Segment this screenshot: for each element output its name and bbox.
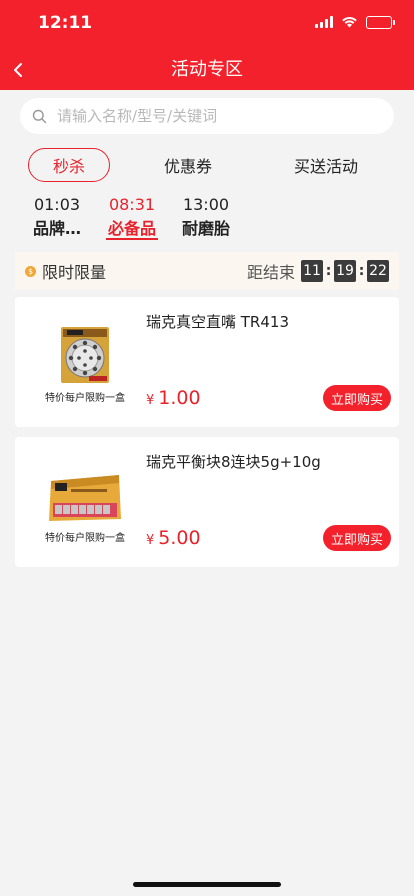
countdown-label: 距结束 [246,263,295,282]
currency-symbol: ¥ [146,533,155,548]
product-price: ¥ 5.00 [146,527,201,549]
active-slot-indicator [106,238,158,240]
time-slot-tires[interactable]: 13:00 耐磨胎 [171,195,241,243]
activity-tabs: 秒杀 优惠券 买送活动 [0,148,414,182]
product-price: ¥ 1.00 [146,387,201,409]
home-indicator [133,882,281,887]
tab-coupons[interactable]: 优惠券 [148,148,228,182]
slot-label: 耐磨胎 [181,219,230,238]
time-slot-essentials[interactable]: 08:31 必备品 [97,195,167,243]
slot-time: 13:00 [182,195,230,214]
countdown: 距结束 11 : 19 : 22 [247,252,389,290]
coin-icon: $ [25,265,36,277]
product-image-balance-weights [45,467,125,535]
slot-label: 品牌… [32,219,81,238]
product-card[interactable]: 特价每户限购一盒 瑞克真空直嘴 TR413 ¥ 1.00 立即购买 [15,297,399,427]
top-header: 12:11 活动专区 [0,0,414,90]
page-title: 活动专区 [171,59,243,80]
price-value: 5.00 [158,527,201,549]
buy-now-button[interactable]: 立即购买 [323,385,391,411]
product-caption: 特价每户限购一盒 [45,393,125,404]
product-image-valve-box [45,325,125,393]
search-bar[interactable] [20,98,394,134]
countdown-seconds: 22 [367,260,389,282]
product-card[interactable]: 特价每户限购一盒 瑞克平衡块8连块5g+10g ¥ 5.00 立即购买 [15,437,399,567]
banner-title: 限时限量 [42,263,107,282]
product-caption: 特价每户限购一盒 [45,533,125,544]
countdown-minutes: 19 [334,260,356,282]
status-time: 12:11 [38,13,93,33]
slot-time: 08:31 [108,195,156,214]
wifi-icon [341,13,358,32]
signal-icon [315,13,333,32]
search-icon [32,109,47,123]
product-name: 瑞克平衡块8连块5g+10g [146,453,321,471]
product-name: 瑞克真空直嘴 TR413 [146,313,289,331]
limited-sale-banner: $ 限时限量 距结束 11 : 19 : 22 [15,252,399,290]
tab-seckill[interactable]: 秒杀 [28,148,110,182]
slot-time: 01:03 [33,195,81,214]
currency-symbol: ¥ [146,393,155,408]
countdown-hours: 11 [301,260,323,282]
battery-icon [366,15,395,29]
price-value: 1.00 [158,387,201,409]
time-slot-brand[interactable]: 01:03 品牌… [22,195,92,243]
status-icons [315,13,395,32]
tab-buy-gift[interactable]: 买送活动 [281,148,371,182]
search-input[interactable] [57,107,357,125]
buy-now-button[interactable]: 立即购买 [323,525,391,551]
